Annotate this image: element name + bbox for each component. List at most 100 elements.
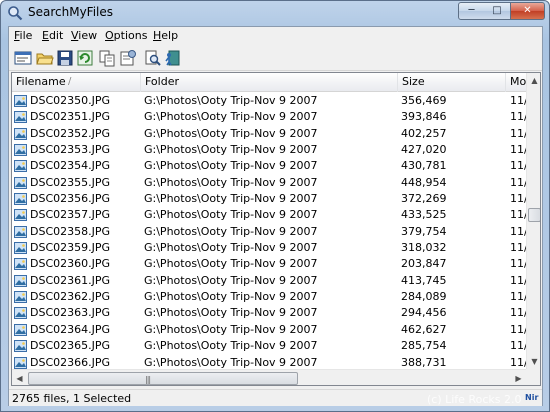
cell-size: 413,745 [401,273,447,287]
cell-filename: DSC02354.JPG [30,159,111,173]
cell-folder: G:\Photos\Ooty Trip-Nov 9 2007 [144,355,318,369]
cell-filename: DSC02363.JPG [30,306,111,320]
cell-size: 402,257 [401,126,447,140]
menu-options[interactable]: Options [105,29,147,42]
cell-size: 393,846 [401,110,447,124]
title-bar[interactable]: SearchMyFiles ─ □ ✕ [1,1,549,25]
image-file-icon [14,160,27,173]
image-file-icon [14,274,27,287]
cell-folder: G:\Photos\Ooty Trip-Nov 9 2007 [144,257,318,271]
close-button[interactable]: ✕ [510,2,545,20]
menu-view[interactable]: View [71,29,97,42]
cell-filename: DSC02366.JPG [30,355,111,369]
cell-size: 318,032 [401,241,447,255]
menu-edit[interactable]: Edit [42,29,63,42]
search-options-icon [14,51,32,65]
cell-modified: 11/29 [510,159,526,173]
cell-folder: G:\Photos\Ooty Trip-Nov 9 2007 [144,273,318,287]
copy-icon [99,50,115,67]
find-icon [145,50,161,66]
cell-size: 284,089 [401,290,447,304]
cell-folder: G:\Photos\Ooty Trip-Nov 9 2007 [144,306,318,320]
column-folder[interactable]: Folder [141,73,398,92]
table-row[interactable]: DSC02363.JPG G:\Photos\Ooty Trip-Nov 9 20… [12,305,526,321]
table-row[interactable]: DSC02362.JPG G:\Photos\Ooty Trip-Nov 9 20… [12,289,526,305]
scroll-up-icon[interactable]: ▲ [527,73,540,88]
maximize-button[interactable]: □ [484,2,511,20]
table-row[interactable]: DSC02352.JPG G:\Photos\Ooty Trip-Nov 9 20… [12,126,526,142]
watermark: (c) Life Rocks 2.0 [427,393,522,406]
cell-folder: G:\Photos\Ooty Trip-Nov 9 2007 [144,224,318,238]
cell-modified: 11/29 [510,306,526,320]
save-button[interactable] [56,49,74,67]
cell-folder: G:\Photos\Ooty Trip-Nov 9 2007 [144,143,318,157]
table-row[interactable]: DSC02353.JPG G:\Photos\Ooty Trip-Nov 9 20… [12,142,526,158]
window-title: SearchMyFiles [28,5,114,19]
refresh-button[interactable] [76,49,94,67]
table-row[interactable]: DSC02365.JPG G:\Photos\Ooty Trip-Nov 9 20… [12,338,526,354]
image-file-icon [14,225,27,238]
table-row[interactable]: DSC02366.JPG G:\Photos\Ooty Trip-Nov 9 20… [12,355,526,370]
menu-options-accel: O [105,29,114,42]
minimize-icon: ─ [468,5,475,16]
status-text: 2765 files, 1 Selected [12,392,132,405]
cell-size: 372,269 [401,192,447,206]
properties-button[interactable] [119,49,137,67]
table-row[interactable]: DSC02356.JPG G:\Photos\Ooty Trip-Nov 9 20… [12,191,526,207]
scrollbar-corner [526,369,540,385]
image-file-icon [14,127,27,140]
image-file-icon [14,111,27,124]
maximize-icon: □ [492,5,502,16]
cell-filename: DSC02357.JPG [30,208,111,222]
open-folder-button[interactable] [36,49,54,67]
image-file-icon [14,356,27,369]
cell-filename: DSC02362.JPG [30,290,111,304]
image-file-icon [14,193,27,206]
table-row[interactable]: DSC02357.JPG G:\Photos\Ooty Trip-Nov 9 20… [12,207,526,223]
file-list[interactable]: Filename / Folder Size Modi DSC02350.JPG… [11,72,541,386]
search-options-button[interactable] [14,49,32,67]
menu-bar: File Edit View Options Help [9,27,542,45]
scroll-left-icon[interactable]: ◀ [12,371,27,385]
cell-size: 427,020 [401,143,447,157]
vertical-scrollbar[interactable]: ▲ ▼ [526,73,540,369]
cell-modified: 11/29 [510,192,526,206]
cell-size: 388,731 [401,355,447,369]
column-filename[interactable]: Filename / [12,73,141,92]
horizontal-scrollbar[interactable]: ◀ ||| ▶ [12,369,526,385]
table-row[interactable]: DSC02360.JPG G:\Photos\Ooty Trip-Nov 9 20… [12,256,526,272]
app-window: SearchMyFiles ─ □ ✕ File Edit View Optio… [0,0,550,412]
table-row[interactable]: DSC02361.JPG G:\Photos\Ooty Trip-Nov 9 20… [12,273,526,289]
table-row[interactable]: DSC02364.JPG G:\Photos\Ooty Trip-Nov 9 20… [12,322,526,338]
minimize-button[interactable]: ─ [458,2,485,20]
app-icon[interactable] [7,5,23,21]
image-file-icon [14,291,27,304]
column-size[interactable]: Size [398,73,506,92]
vertical-scroll-thumb[interactable] [528,208,540,222]
cell-folder: G:\Photos\Ooty Trip-Nov 9 2007 [144,110,318,124]
menu-help[interactable]: Help [153,29,178,42]
table-row[interactable]: DSC02350.JPG G:\Photos\Ooty Trip-Nov 9 20… [12,93,526,109]
cell-size: 285,754 [401,339,447,353]
menu-file-label: ile [19,29,33,42]
table-row[interactable]: DSC02355.JPG G:\Photos\Ooty Trip-Nov 9 20… [12,175,526,191]
table-row[interactable]: DSC02359.JPG G:\Photos\Ooty Trip-Nov 9 20… [12,240,526,256]
scroll-right-icon[interactable]: ▶ [511,371,526,385]
horizontal-scroll-thumb[interactable]: ||| [28,372,298,385]
cell-folder: G:\Photos\Ooty Trip-Nov 9 2007 [144,175,318,189]
table-row[interactable]: DSC02351.JPG G:\Photos\Ooty Trip-Nov 9 20… [12,109,526,125]
cell-filename: DSC02352.JPG [30,126,111,140]
cell-folder: G:\Photos\Ooty Trip-Nov 9 2007 [144,192,318,206]
scroll-down-icon[interactable]: ▼ [527,354,540,369]
find-button[interactable] [144,49,162,67]
cell-modified: 11/29 [510,273,526,287]
exit-button[interactable] [163,49,181,67]
copy-button[interactable] [98,49,116,67]
list-rows: DSC02350.JPG G:\Photos\Ooty Trip-Nov 9 20… [12,93,526,369]
cell-size: 430,781 [401,159,447,173]
table-row[interactable]: DSC02354.JPG G:\Photos\Ooty Trip-Nov 9 20… [12,158,526,174]
table-row[interactable]: DSC02358.JPG G:\Photos\Ooty Trip-Nov 9 20… [12,224,526,240]
nirsoft-link[interactable]: Nir [525,393,538,402]
cell-filename: DSC02350.JPG [30,94,111,107]
menu-file[interactable]: File [14,29,32,42]
